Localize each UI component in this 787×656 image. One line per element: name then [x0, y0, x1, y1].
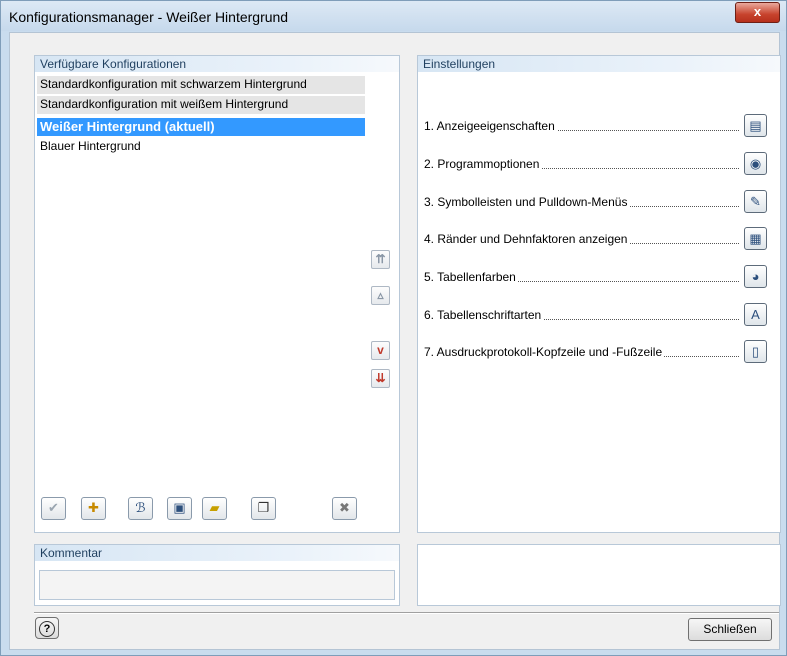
setting-row[interactable]: 3. Symbolleisten und Pulldown-Menüs: [424, 193, 739, 211]
settings-header: Einstellungen: [418, 56, 780, 72]
new-config-icon: ✚: [88, 500, 99, 515]
setting-button[interactable]: ▦: [744, 227, 767, 250]
setting-button[interactable]: ✎: [744, 190, 767, 213]
rename-button[interactable]: ℬ: [128, 497, 153, 520]
comment-field[interactable]: [39, 570, 395, 600]
setting-label: 4. Ränder und Dehnfaktoren anzeigen: [424, 232, 630, 246]
table-fonts-icon: A: [751, 307, 760, 322]
setting-label: 1. Anzeigeeigenschaften: [424, 119, 557, 133]
setting-row[interactable]: 4. Ränder und Dehnfaktoren anzeigen: [424, 230, 739, 248]
delete-button[interactable]: ✖: [332, 497, 357, 520]
setting-row[interactable]: 7. Ausdruckprotokoll-Kopfzeile und -Fußz…: [424, 343, 739, 361]
setting-button[interactable]: ▤: [744, 114, 767, 137]
double-up-icon: ⇈: [375, 252, 386, 266]
setting-label: 2. Programmoptionen: [424, 157, 542, 171]
window-title: Konfigurationsmanager - Weißer Hintergru…: [9, 9, 289, 25]
move-top-button[interactable]: ⇈: [371, 250, 390, 269]
dialog-window: Konfigurationsmanager - Weißer Hintergru…: [0, 0, 787, 656]
open-button[interactable]: ▰: [202, 497, 227, 520]
help-button[interactable]: ?: [35, 617, 59, 639]
double-down-icon: ⇊: [375, 371, 386, 385]
copy-icon: ❐: [257, 500, 270, 515]
program-options-icon: ◉: [749, 156, 762, 171]
margins-icon: ▦: [749, 231, 762, 246]
setting-button[interactable]: ▯: [744, 340, 767, 363]
apply-button[interactable]: ✔: [41, 497, 66, 520]
toolbars-icon: ✎: [750, 194, 761, 209]
table-colors-icon: ◕: [751, 269, 760, 284]
rename-icon: ℬ: [135, 500, 146, 515]
setting-label: 7. Ausdruckprotokoll-Kopfzeile und -Fußz…: [424, 345, 665, 359]
setting-row[interactable]: 2. Programmoptionen: [424, 155, 739, 173]
title-bar[interactable]: Konfigurationsmanager - Weißer Hintergru…: [1, 1, 786, 31]
configs-header: Verfügbare Konfigurationen: [35, 56, 399, 72]
setting-label: 5. Tabellenfarben: [424, 270, 518, 284]
delete-icon: ✖: [339, 500, 350, 515]
config-list-item[interactable]: Standardkonfiguration mit schwarzem Hint…: [37, 76, 365, 94]
comment-header: Kommentar: [35, 545, 399, 561]
move-bottom-button[interactable]: ⇊: [371, 369, 390, 388]
config-list-item[interactable]: Standardkonfiguration mit weißem Hinterg…: [37, 96, 365, 114]
footer-divider: [34, 612, 779, 614]
up-icon: ▵: [377, 288, 384, 302]
setting-row[interactable]: 5. Tabellenfarben: [424, 268, 739, 286]
configs-panel: Verfügbare Konfigurationen Standardkonfi…: [34, 55, 400, 533]
config-list-item[interactable]: Blauer Hintergrund: [37, 138, 365, 156]
setting-button[interactable]: ◕: [744, 265, 767, 288]
setting-row[interactable]: 6. Tabellenschriftarten: [424, 306, 739, 324]
close-window-button[interactable]: x: [735, 2, 780, 23]
setting-button[interactable]: A: [744, 303, 767, 326]
config-list-item[interactable]: Weißer Hintergrund (aktuell): [37, 118, 365, 136]
setting-button[interactable]: ◉: [744, 152, 767, 175]
settings-panel: Einstellungen 1. Anzeigeeigenschaften ▤ 2.…: [417, 55, 781, 533]
close-icon: x: [753, 4, 762, 19]
dialog-client-area: Verfügbare Konfigurationen Standardkonfi…: [9, 32, 781, 650]
comment-panel: Kommentar: [34, 544, 400, 606]
header-footer-icon: ▯: [751, 344, 760, 359]
setting-label: 6. Tabellenschriftarten: [424, 308, 544, 322]
comment-side-panel: [417, 544, 781, 606]
new-button[interactable]: ✚: [81, 497, 106, 520]
display-properties-icon: ▤: [749, 118, 762, 133]
setting-label: 3. Symbolleisten und Pulldown-Menüs: [424, 195, 630, 209]
save-icon: ▣: [173, 500, 186, 515]
copy-button[interactable]: ❐: [251, 497, 276, 520]
open-folder-icon: ▰: [209, 500, 220, 515]
save-button[interactable]: ▣: [167, 497, 192, 520]
down-icon: v: [377, 343, 384, 357]
setting-row[interactable]: 1. Anzeigeeigenschaften: [424, 117, 739, 135]
checkmark-icon: ✔: [48, 500, 59, 515]
move-up-button[interactable]: ▵: [371, 286, 390, 305]
move-down-button[interactable]: v: [371, 341, 390, 360]
help-icon: ?: [39, 621, 55, 637]
close-button[interactable]: Schließen: [688, 618, 772, 641]
